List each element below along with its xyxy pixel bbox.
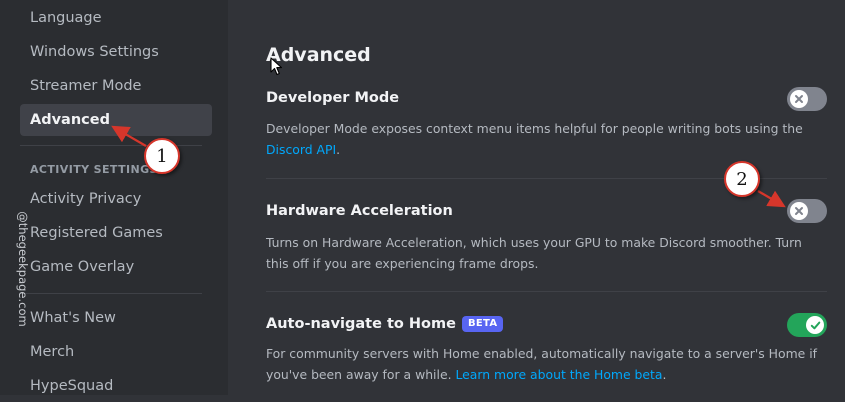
settings-content: Advanced Developer Mode Developer Mode e… (228, 0, 845, 395)
sidebar-item-game-overlay[interactable]: Game Overlay (20, 251, 212, 283)
setting-divider (266, 291, 827, 292)
settings-sidebar: Language Windows Settings Streamer Mode … (0, 0, 228, 395)
sidebar-item-advanced[interactable]: Advanced (20, 104, 212, 136)
beta-badge: BETA (461, 316, 504, 332)
description-end: . (662, 367, 667, 382)
close-icon (795, 95, 803, 103)
developer-mode-description: Developer Mode exposes context menu item… (266, 118, 826, 160)
hardware-acceleration-toggle[interactable] (787, 199, 827, 223)
annotation-callout-2: 2 (724, 161, 760, 197)
sidebar-divider (20, 293, 202, 294)
activity-settings-header: ACTIVITY SETTINGS (30, 163, 158, 176)
discord-api-link[interactable]: Discord API (266, 142, 336, 157)
sidebar-item-registered-games[interactable]: Registered Games (20, 217, 212, 249)
sidebar-item-activity-privacy[interactable]: Activity Privacy (20, 183, 212, 215)
developer-mode-toggle[interactable] (787, 87, 827, 111)
auto-navigate-label: Auto-navigate to Home (266, 316, 456, 332)
annotation-callout-1: 1 (144, 138, 180, 174)
watermark-text: @thegeekpage.com (16, 211, 30, 327)
close-icon (795, 207, 803, 215)
toggle-knob (806, 316, 824, 334)
hardware-acceleration-description: Turns on Hardware Acceleration, which us… (266, 235, 802, 271)
home-beta-link[interactable]: Learn more about the Home beta (455, 367, 662, 382)
toggle-knob (790, 90, 808, 108)
sidebar-item-streamer-mode[interactable]: Streamer Mode (20, 70, 212, 102)
auto-navigate-toggle[interactable] (787, 313, 827, 337)
sidebar-item-merch[interactable]: Merch (20, 336, 212, 368)
sidebar-item-language[interactable]: Language (20, 2, 212, 34)
auto-navigate-description: For community servers with Home enabled,… (266, 343, 826, 385)
description-text: Developer Mode exposes context menu item… (266, 121, 803, 136)
checkmark-icon (810, 321, 820, 329)
sidebar-item-windows-settings[interactable]: Windows Settings (20, 36, 212, 68)
mouse-cursor-icon (270, 57, 283, 76)
description-end: . (336, 142, 341, 157)
developer-mode-title: Developer Mode (266, 90, 400, 106)
toggle-knob (790, 202, 808, 220)
sidebar-item-hypesquad[interactable]: HypeSquad (20, 370, 212, 402)
auto-navigate-title: Auto-navigate to Home BETA (266, 316, 504, 332)
sidebar-item-whats-new[interactable]: What's New (20, 302, 212, 334)
hardware-acceleration-title: Hardware Acceleration (266, 203, 453, 219)
